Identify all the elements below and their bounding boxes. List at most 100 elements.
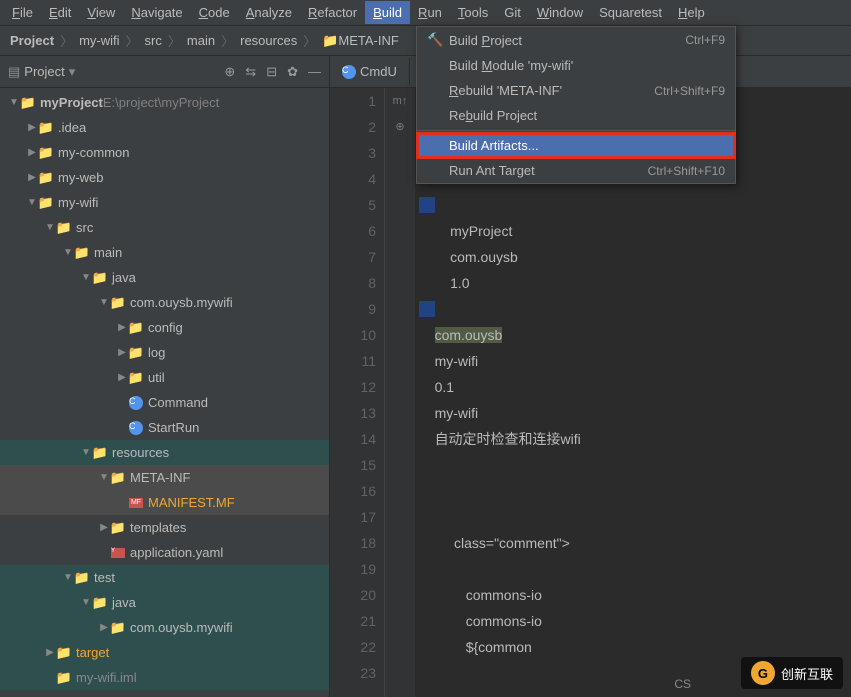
menu-edit[interactable]: Edit: [41, 1, 79, 24]
tree-arrow-icon[interactable]: ▶: [116, 347, 128, 358]
tree-row[interactable]: Yapplication.yaml: [0, 540, 329, 565]
tree-row[interactable]: MFMANIFEST.MF: [0, 490, 329, 515]
code-line[interactable]: class="comment">: [419, 530, 851, 556]
sidebar-title[interactable]: Project: [24, 64, 64, 79]
tree-row[interactable]: ▶📁.idea: [0, 115, 329, 140]
code-line[interactable]: [419, 504, 851, 530]
code-line[interactable]: 0.1: [419, 374, 851, 400]
tree-arrow-icon[interactable]: ▼: [44, 222, 56, 233]
tree-row[interactable]: CCommand: [0, 390, 329, 415]
menu-analyze[interactable]: Analyze: [238, 1, 300, 24]
tree-row[interactable]: ▶📁templates: [0, 515, 329, 540]
editor-tab[interactable]: CCmdU: [330, 58, 410, 85]
collapse-icon[interactable]: ⊟: [266, 64, 277, 80]
tree-arrow-icon[interactable]: ▶: [26, 122, 38, 133]
tree-row[interactable]: ▼📁java: [0, 590, 329, 615]
tree-arrow-icon[interactable]: ▼: [98, 297, 110, 308]
tree-arrow-icon[interactable]: ▼: [80, 597, 92, 608]
tree-arrow-icon[interactable]: ▼: [26, 197, 38, 208]
tree-row[interactable]: ▶📁target: [0, 640, 329, 665]
code-line[interactable]: [419, 452, 851, 478]
tree-label: log: [148, 345, 165, 360]
breadcrumb-item[interactable]: resources: [236, 31, 301, 50]
menu-build[interactable]: Build: [365, 1, 410, 24]
dropdown-arrow-icon[interactable]: ▾: [69, 64, 76, 80]
tree-arrow-icon[interactable]: ▶: [98, 622, 110, 633]
tree-arrow-icon[interactable]: ▼: [80, 272, 92, 283]
tree-arrow-icon[interactable]: ▶: [26, 172, 38, 183]
tree-arrow-icon[interactable]: ▼: [62, 572, 74, 583]
tree-row[interactable]: ▶📁my-web: [0, 165, 329, 190]
tree-arrow-icon[interactable]: ▶: [116, 372, 128, 383]
tree-label: .idea: [58, 120, 86, 135]
menu-help[interactable]: Help: [670, 1, 713, 24]
expand-icon[interactable]: ⇆: [245, 64, 256, 80]
breadcrumb-sep-icon: 〉: [126, 31, 139, 50]
tree-row[interactable]: ▼📁test: [0, 565, 329, 590]
tree-row[interactable]: ▶📁com.ouysb.mywifi: [0, 615, 329, 640]
menu-item-rebuild-project[interactable]: Rebuild Project: [417, 103, 735, 128]
hide-icon[interactable]: —: [308, 64, 321, 80]
breadcrumb-item[interactable]: Project: [6, 31, 58, 50]
menu-run[interactable]: Run: [410, 1, 450, 24]
code-line[interactable]: [419, 556, 851, 582]
breadcrumb-item[interactable]: my-wifi: [75, 31, 123, 50]
menu-item-rebuild-meta-inf-[interactable]: Rebuild 'META-INF'Ctrl+Shift+F9: [417, 78, 735, 103]
breadcrumb-item[interactable]: 📁 META-INF: [318, 31, 403, 51]
menu-view[interactable]: View: [79, 1, 123, 24]
code-line[interactable]: 自动定时检查和连接wifi: [419, 426, 851, 452]
line-number: 13: [330, 400, 376, 426]
tree-row[interactable]: ▼📁my-wifi: [0, 190, 329, 215]
menu-item-build-artifacts-[interactable]: Build Artifacts...: [417, 133, 735, 158]
settings-icon[interactable]: ✿: [287, 64, 298, 80]
code-line[interactable]: com.ouysb: [419, 244, 851, 270]
tree-arrow-icon[interactable]: ▶: [98, 522, 110, 533]
tree-row[interactable]: ▶📁my-common: [0, 140, 329, 165]
menu-refactor[interactable]: Refactor: [300, 1, 365, 24]
tree-row[interactable]: ▶📁config: [0, 315, 329, 340]
menu-navigate[interactable]: Navigate: [123, 1, 190, 24]
tree-row[interactable]: ▶📁log: [0, 340, 329, 365]
menu-file[interactable]: File: [4, 1, 41, 24]
menu-item-build-project[interactable]: 🔨Build ProjectCtrl+F9: [417, 27, 735, 53]
code-line[interactable]: com.ouysb: [419, 322, 851, 348]
code-line[interactable]: commons-io: [419, 608, 851, 634]
tree-arrow-icon[interactable]: ▼: [80, 447, 92, 458]
tree-arrow-icon[interactable]: ▶: [26, 147, 38, 158]
tree-row[interactable]: ▼📁main: [0, 240, 329, 265]
project-tree[interactable]: ▼📁myProject E:\project\myProject▶📁.idea▶…: [0, 88, 329, 697]
tree-row[interactable]: ▼📁META-INF: [0, 465, 329, 490]
code-line[interactable]: [419, 192, 851, 218]
tree-row[interactable]: 📁my-wifi.iml: [0, 665, 329, 690]
menu-tools[interactable]: Tools: [450, 1, 496, 24]
code-line[interactable]: my-wifi: [419, 400, 851, 426]
menu-squaretest[interactable]: Squaretest: [591, 1, 670, 24]
code-line[interactable]: [419, 478, 851, 504]
tree-row[interactable]: ▼📁src: [0, 215, 329, 240]
breadcrumb-item[interactable]: main: [183, 31, 219, 50]
menu-item-run-ant-target[interactable]: Run Ant TargetCtrl+Shift+F10: [417, 158, 735, 183]
breadcrumb-item[interactable]: src: [141, 31, 166, 50]
menubar: FileEditViewNavigateCodeAnalyzeRefactorB…: [0, 0, 851, 26]
tree-arrow-icon[interactable]: ▶: [116, 322, 128, 333]
code-line[interactable]: 1.0: [419, 270, 851, 296]
tree-arrow-icon[interactable]: ▼: [98, 472, 110, 483]
code-line[interactable]: my-wifi: [419, 348, 851, 374]
tree-row[interactable]: ▼📁java: [0, 265, 329, 290]
tree-row[interactable]: CStartRun: [0, 415, 329, 440]
tree-row[interactable]: ▼📁myProject E:\project\myProject: [0, 90, 329, 115]
locate-icon[interactable]: ⊕: [224, 64, 235, 80]
tree-row[interactable]: ▶📁util: [0, 365, 329, 390]
menu-window[interactable]: Window: [529, 1, 591, 24]
tree-row[interactable]: ▼📁com.ouysb.mywifi: [0, 290, 329, 315]
tree-arrow-icon[interactable]: ▼: [62, 247, 74, 258]
code-line[interactable]: [419, 296, 851, 322]
code-line[interactable]: commons-io: [419, 582, 851, 608]
tree-arrow-icon[interactable]: ▼: [8, 97, 20, 108]
tree-arrow-icon[interactable]: ▶: [44, 647, 56, 658]
tree-row[interactable]: ▼📁resources: [0, 440, 329, 465]
menu-code[interactable]: Code: [191, 1, 238, 24]
menu-item-build-module-my-wifi-[interactable]: Build Module 'my-wifi': [417, 53, 735, 78]
menu-git[interactable]: Git: [496, 1, 529, 24]
code-line[interactable]: myProject: [419, 218, 851, 244]
